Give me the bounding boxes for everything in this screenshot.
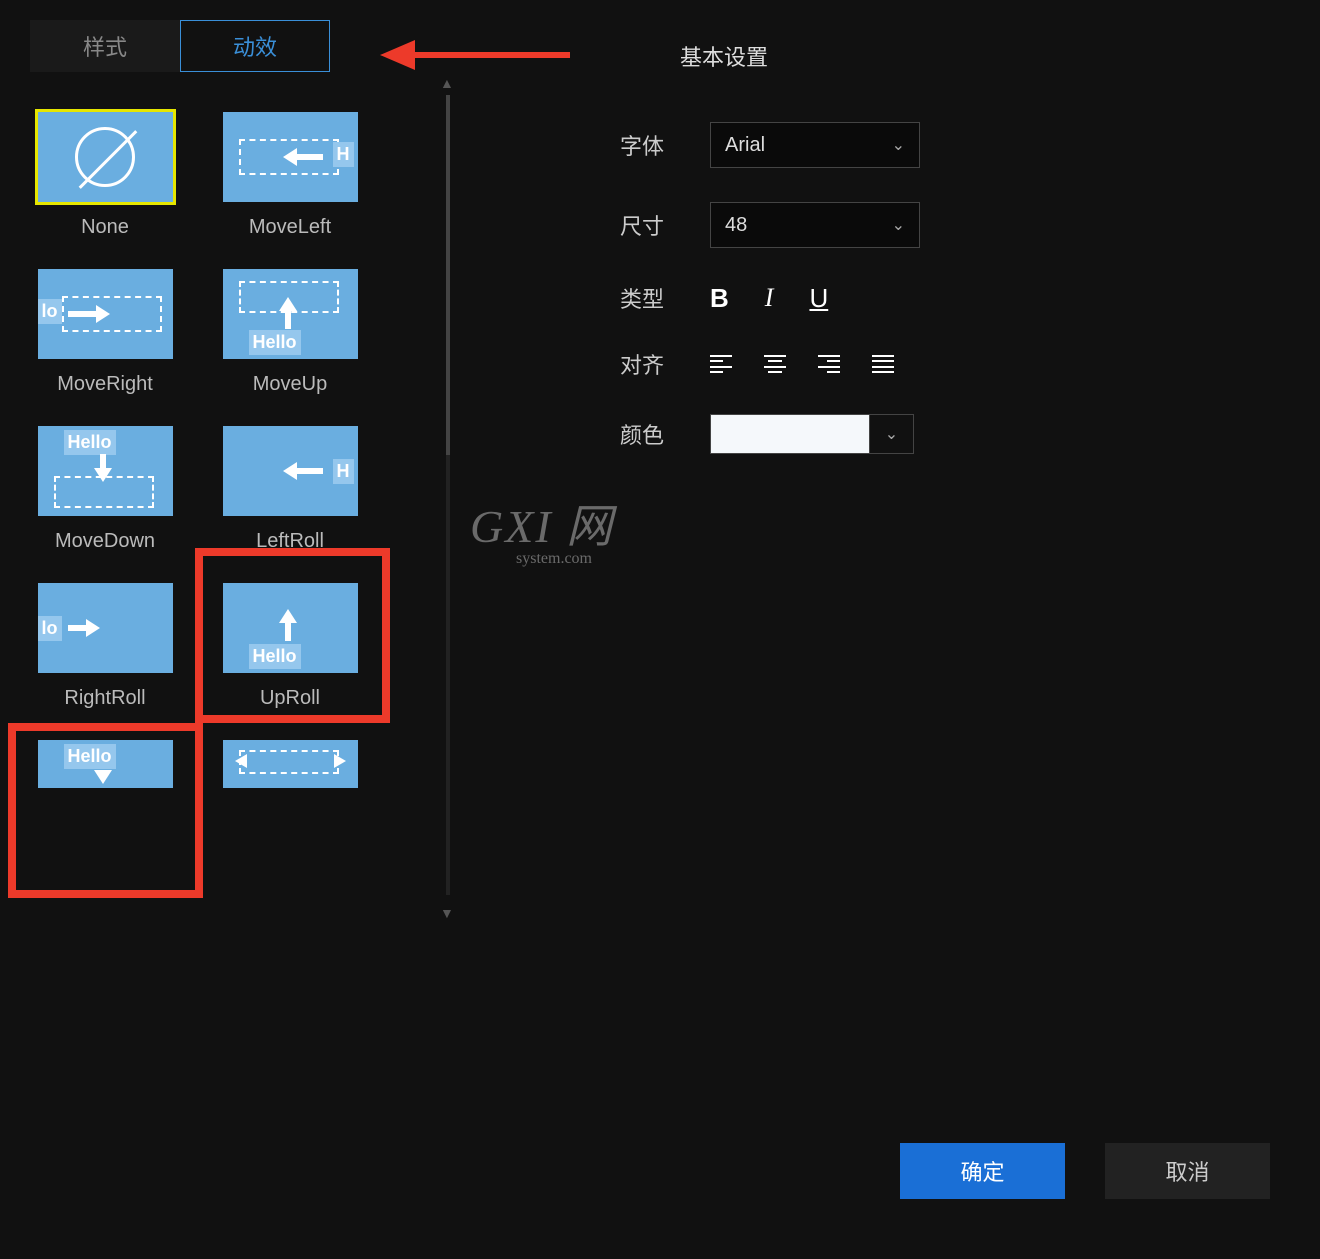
effect-none[interactable] — [38, 112, 173, 202]
chevron-down-icon: ⌄ — [892, 215, 905, 235]
effect-label: MoveDown — [55, 530, 155, 553]
effect-label: None — [81, 216, 129, 239]
effect-label: MoveUp — [253, 373, 327, 396]
ok-button[interactable]: 确定 — [900, 1143, 1065, 1199]
effects-grid: None H MoveLeft lo M — [30, 112, 420, 788]
cancel-button[interactable]: 取消 — [1105, 1143, 1270, 1199]
none-icon — [75, 127, 135, 187]
font-value: Arial — [725, 134, 765, 157]
effect-rightroll[interactable]: lo — [38, 583, 173, 673]
effect-uproll[interactable]: Hello — [223, 583, 358, 673]
tab-effect[interactable]: 动效 — [180, 20, 330, 72]
watermark: GXI 网 system.com — [470, 490, 614, 568]
effect-moveright[interactable]: lo — [38, 269, 173, 359]
effect-partial-1[interactable]: Hello — [38, 740, 173, 788]
size-select[interactable]: 48 ⌄ — [710, 202, 920, 248]
effect-moveup[interactable]: Hello — [223, 269, 358, 359]
align-right-icon[interactable] — [818, 355, 840, 373]
color-dropdown[interactable]: ⌄ — [870, 414, 914, 454]
align-label: 对齐 — [620, 348, 710, 380]
tab-style[interactable]: 样式 — [30, 20, 180, 72]
chevron-down-icon: ⌄ — [885, 424, 898, 444]
effect-moveleft[interactable]: H — [223, 112, 358, 202]
underline-button[interactable]: U — [809, 283, 828, 314]
font-select[interactable]: Arial ⌄ — [710, 122, 920, 168]
effect-leftroll[interactable]: H — [223, 426, 358, 516]
type-label: 类型 — [620, 282, 710, 314]
effect-partial-2[interactable] — [223, 740, 358, 788]
color-swatch[interactable] — [710, 414, 870, 454]
effect-movedown[interactable]: Hello — [38, 426, 173, 516]
align-center-icon[interactable] — [764, 355, 786, 373]
align-justify-icon[interactable] — [872, 355, 894, 373]
size-value: 48 — [725, 214, 747, 237]
effect-label: LeftRoll — [256, 530, 324, 553]
effect-label: MoveRight — [57, 373, 153, 396]
bold-button[interactable]: B — [710, 283, 729, 314]
size-label: 尺寸 — [620, 209, 710, 241]
tabs-container: 样式 动效 — [30, 20, 420, 72]
color-label: 颜色 — [620, 418, 710, 450]
settings-title: 基本设置 — [680, 40, 1280, 72]
chevron-down-icon: ⌄ — [892, 135, 905, 155]
align-left-icon[interactable] — [710, 355, 732, 373]
effect-label: MoveLeft — [249, 216, 331, 239]
effect-label: UpRoll — [260, 687, 320, 710]
italic-button[interactable]: I — [765, 283, 774, 314]
effect-label: RightRoll — [64, 687, 145, 710]
font-label: 字体 — [620, 129, 710, 161]
